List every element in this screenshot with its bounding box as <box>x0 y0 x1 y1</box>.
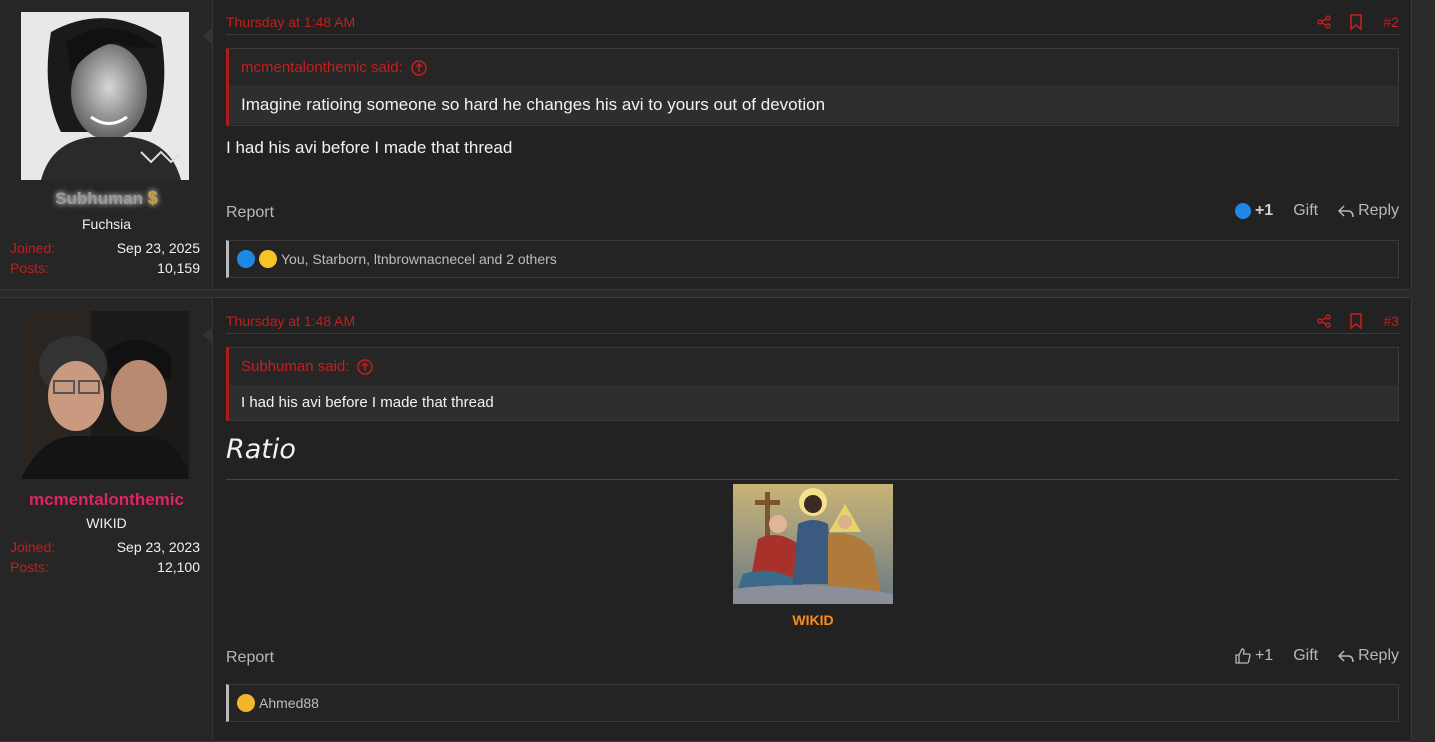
joined-stat: Joined: Sep 23, 2025 <box>10 240 200 256</box>
username[interactable]: mcmentalonthemic <box>0 490 213 510</box>
like-count: +1 <box>1254 202 1274 219</box>
bookmark-icon[interactable] <box>1349 313 1363 329</box>
post-footer: Report +1 Gift Reply <box>226 202 1399 226</box>
dollar-icon: $ <box>147 188 158 208</box>
user-title: WIKID <box>86 515 127 531</box>
post-footer: Report +1 Gift Reply <box>226 647 1399 671</box>
share-icon[interactable] <box>1317 15 1332 29</box>
post-number[interactable]: #3 <box>1383 313 1399 329</box>
reply-label: Reply <box>1358 647 1399 664</box>
posts-value: 12,100 <box>157 559 200 575</box>
post-date[interactable]: Thursday at 1:48 AM <box>226 313 355 329</box>
post-main: Thursday at 1:48 AM #2 mcmentalonthemic … <box>226 0 1399 289</box>
quote-title[interactable]: Subhuman said: <box>229 348 1398 385</box>
user-title: Fuchsia <box>81 216 132 232</box>
posts-value: 10,159 <box>157 260 200 276</box>
quote-content: I had his avi before I made that thread <box>229 385 1398 420</box>
joined-label: Joined: <box>10 539 56 555</box>
like-icon <box>1234 203 1251 219</box>
report-link[interactable]: Report <box>226 649 274 667</box>
reactions-bar[interactable]: Ahmed88 <box>226 684 1399 722</box>
username-text[interactable]: Subhuman <box>55 189 143 208</box>
reply-label: Reply <box>1358 202 1399 219</box>
user-cell: mcmentalonthemic WIKID Joined: Sep 23, 2… <box>0 298 213 741</box>
posts-label: Posts: <box>10 260 49 276</box>
post-body: Ratio <box>226 434 296 465</box>
post-date[interactable]: Thursday at 1:48 AM <box>226 14 355 30</box>
signature-divider <box>226 479 1399 480</box>
posts-stat: Posts: 10,159 <box>10 260 200 276</box>
avatar-arrow <box>203 326 213 344</box>
bookmark-icon[interactable] <box>1349 14 1363 30</box>
quote-block: Subhuman said: I had his avi before I ma… <box>226 347 1399 421</box>
quote-author[interactable]: Subhuman said: <box>241 358 349 375</box>
avatar[interactable] <box>21 12 189 180</box>
avatar-arrow <box>203 27 213 45</box>
user-cell: Subhuman $ Fuchsia Joined: Sep 23, 2025 … <box>0 0 213 289</box>
sad-reaction-icon <box>237 694 255 712</box>
reply-icon <box>1338 205 1354 218</box>
avatar[interactable] <box>21 311 189 479</box>
like-button[interactable]: +1 <box>1234 202 1274 220</box>
post-number[interactable]: #2 <box>1383 14 1399 30</box>
username[interactable]: Subhuman $ <box>0 188 213 209</box>
like-count: +1 <box>1254 647 1274 664</box>
reply-icon <box>1338 650 1354 663</box>
quote-arrow-up-icon[interactable] <box>410 59 427 76</box>
post-2: Subhuman $ Fuchsia Joined: Sep 23, 2025 … <box>0 0 1412 290</box>
wow-reaction-icon <box>259 250 277 268</box>
reply-button[interactable]: Reply <box>1338 202 1399 220</box>
post-header: Thursday at 1:48 AM #2 <box>226 5 1399 35</box>
post-body: I had his avi before I made that thread <box>226 138 513 157</box>
post-3: mcmentalonthemic WIKID Joined: Sep 23, 2… <box>0 297 1412 742</box>
quote-author[interactable]: mcmentalonthemic said: <box>241 59 403 76</box>
report-link[interactable]: Report <box>226 204 274 222</box>
posts-stat: Posts: 12,100 <box>10 559 200 575</box>
post-header: Thursday at 1:48 AM #3 <box>226 304 1399 334</box>
quote-content: Imagine ratioing someone so hard he chan… <box>229 86 1398 124</box>
signature-image[interactable] <box>733 484 893 604</box>
like-reaction-icon <box>237 250 255 268</box>
posts-label: Posts: <box>10 559 49 575</box>
signature-caption: WIKID <box>792 612 834 628</box>
joined-value: Sep 23, 2023 <box>116 539 200 555</box>
joined-value: Sep 23, 2025 <box>116 240 200 256</box>
quote-arrow-up-icon[interactable] <box>357 358 374 375</box>
post-main: Thursday at 1:48 AM #3 Subhuman said: I … <box>226 298 1399 741</box>
reactions-text[interactable]: You, Starborn, ltnbrownacnecel and 2 oth… <box>281 251 557 267</box>
joined-label: Joined: <box>10 240 56 256</box>
quote-block: mcmentalonthemic said: Imagine ratioing … <box>226 48 1399 126</box>
page-gutter <box>1412 0 1435 733</box>
like-button[interactable]: +1 <box>1235 647 1273 665</box>
reactions-bar[interactable]: You, Starborn, ltnbrownacnecel and 2 oth… <box>226 240 1399 278</box>
reply-button[interactable]: Reply <box>1338 647 1399 665</box>
joined-stat: Joined: Sep 23, 2023 <box>10 539 200 555</box>
like-icon <box>1235 648 1251 664</box>
quote-title[interactable]: mcmentalonthemic said: <box>229 49 1398 86</box>
share-icon[interactable] <box>1317 314 1332 328</box>
reactions-text[interactable]: Ahmed88 <box>259 695 319 711</box>
gift-button[interactable]: Gift <box>1293 202 1318 220</box>
gift-button[interactable]: Gift <box>1293 647 1318 665</box>
